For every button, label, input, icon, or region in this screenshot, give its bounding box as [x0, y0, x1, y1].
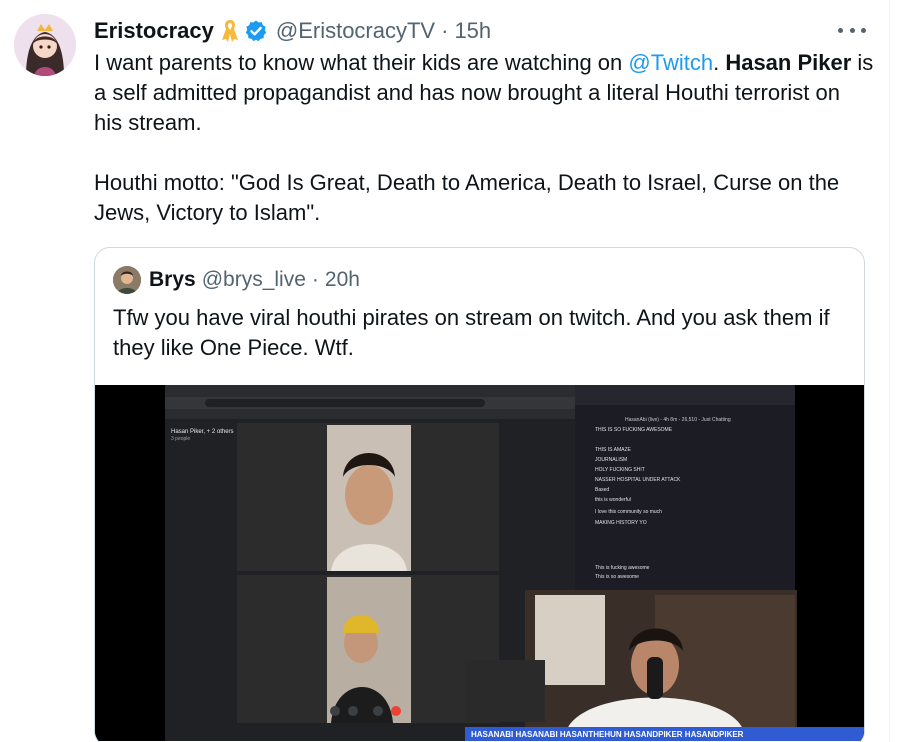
- tweet-paragraph-1: I want parents to know what their kids a…: [94, 48, 874, 138]
- author-handle[interactable]: @EristocracyTV: [276, 18, 435, 44]
- more-dot: [849, 27, 855, 33]
- tweet-text-segment: I want parents to know what their kids a…: [94, 50, 629, 75]
- call-subtitle: 3 people: [171, 436, 190, 442]
- browser-bookmarks-bar: [165, 409, 580, 419]
- author-avatar[interactable]: [14, 14, 76, 76]
- browser-tab-strip: [165, 385, 580, 397]
- chat-line: HOLY FUCKING SHIT: [595, 467, 645, 473]
- more-dot: [838, 27, 843, 33]
- chat-line: This is fucking awesome: [595, 565, 650, 571]
- more-dot: [861, 27, 866, 33]
- quoted-avatar-illustration: [113, 266, 141, 294]
- quoted-tweet-card[interactable]: Brys @brys_live · 20h Tfw you have viral…: [94, 247, 865, 742]
- quoted-author-name[interactable]: Brys: [149, 268, 196, 292]
- timeline-divider: [889, 0, 890, 742]
- chat-line: I love this community so much: [595, 509, 662, 515]
- quoted-timestamp[interactable]: 20h: [325, 268, 360, 292]
- quoted-tweet-text: Tfw you have viral houthi pirates on str…: [113, 305, 830, 360]
- verified-badge-icon[interactable]: [244, 19, 268, 43]
- overlay-bar-text: HASANABI HASANABI HASANTHEHUN HASANDPIKE…: [471, 730, 744, 739]
- bold-name: Hasan Piker: [725, 50, 852, 75]
- tweet-text-segment: .: [713, 50, 726, 75]
- chat-line: JOURNALISM: [595, 457, 627, 463]
- avatar-illustration: [14, 14, 76, 76]
- more-options-icon[interactable]: [838, 18, 866, 42]
- separator-dot: ·: [311, 268, 319, 291]
- chat-line: NASSER HOSPITAL UNDER ATTACK: [595, 477, 681, 483]
- tweet-text: I want parents to know what their kids a…: [94, 48, 874, 228]
- chat-line: MAKING HISTORY YO: [595, 520, 647, 526]
- chat-line: This is so awesome: [595, 574, 639, 580]
- chat-line: this is wonderful: [595, 497, 631, 503]
- ribbon-icon: [220, 18, 240, 44]
- tweet-paragraph-2: Houthi motto: "God Is Great, Death to Am…: [94, 170, 840, 225]
- separator-dot: ·: [441, 18, 449, 43]
- call-title: Hasan Piker, + 2 others: [171, 429, 234, 435]
- author-name[interactable]: Eristocracy: [94, 18, 214, 44]
- twitch-mention-link[interactable]: @Twitch: [628, 50, 713, 75]
- chat-line: Based: [595, 487, 609, 493]
- tweet-header: Eristocracy @EristocracyTV · 15h: [94, 16, 491, 46]
- tweet-timestamp[interactable]: 15h: [454, 18, 491, 44]
- chat-line: THIS IS SO FUCKING AWESOME: [595, 427, 673, 433]
- chat-header: HasanAbi (live) - 4h 8m - 26,510 - Just …: [625, 417, 731, 423]
- quoted-author-avatar[interactable]: [113, 266, 141, 294]
- chat-line: THIS IS AMAZE: [595, 447, 632, 453]
- quoted-media-video[interactable]: Hasan Piker, + 2 others 3 people HasanAb…: [95, 385, 864, 741]
- quoted-author-handle[interactable]: @brys_live: [202, 268, 306, 292]
- quoted-tweet-header: Brys @brys_live · 20h: [113, 266, 360, 294]
